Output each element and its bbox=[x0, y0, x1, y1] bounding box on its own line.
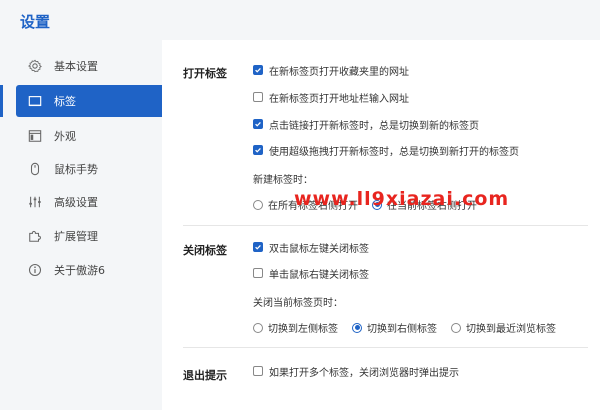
radio-button[interactable] bbox=[451, 322, 461, 333]
page-title: 设置 bbox=[20, 13, 51, 31]
active-indicator bbox=[0, 85, 3, 117]
window-icon bbox=[28, 129, 42, 143]
checkbox[interactable] bbox=[253, 366, 263, 376]
checkbox[interactable] bbox=[253, 242, 263, 252]
section-divider bbox=[183, 225, 588, 226]
radio-switch-left[interactable]: 切换到左侧标签 bbox=[253, 320, 338, 335]
close-current-label: 关闭当前标签页时： bbox=[253, 298, 343, 309]
sidebar: 基本设置 标签 外观 鼠标手势 高级设置 扩展管理 关于傲游6 bbox=[0, 40, 162, 410]
tab-icon bbox=[28, 94, 42, 108]
sidebar-item-extensions[interactable]: 扩展管理 bbox=[16, 220, 162, 252]
sidebar-item-mouse-gestures[interactable]: 鼠标手势 bbox=[16, 153, 162, 185]
radio-button[interactable] bbox=[253, 199, 263, 210]
option-switch-on-super-drag[interactable]: 使用超级拖拽打开新标签时，总是切换到新打开的标签页 bbox=[253, 143, 519, 158]
sidebar-item-basic[interactable]: 基本设置 bbox=[16, 50, 162, 82]
sidebar-item-label: 外观 bbox=[54, 130, 76, 143]
sidebar-item-about[interactable]: 关于傲游6 bbox=[16, 254, 162, 286]
option-open-bookmarks-new-tab[interactable]: 在新标签页打开收藏夹里的网址 bbox=[253, 63, 409, 78]
option-right-click-close[interactable]: 单击鼠标右键关闭标签 bbox=[253, 266, 369, 281]
checkbox[interactable] bbox=[253, 145, 263, 155]
radio-label: 切换到最近浏览标签 bbox=[466, 324, 556, 335]
option-label: 在新标签页打开地址栏输入网址 bbox=[269, 93, 409, 105]
section-title-exit-prompt: 退出提示 bbox=[183, 369, 227, 382]
close-switch-group: 切换到左侧标签 切换到右侧标签 切换到最近浏览标签 bbox=[253, 320, 570, 335]
gear-icon bbox=[28, 59, 42, 73]
info-icon bbox=[28, 263, 42, 277]
radio-label: 切换到左侧标签 bbox=[268, 324, 338, 335]
sidebar-item-label: 基本设置 bbox=[54, 60, 98, 73]
sidebar-item-label: 鼠标手势 bbox=[54, 163, 98, 176]
watermark: www.ll9xiazai.com bbox=[294, 188, 510, 210]
option-label: 单击鼠标右键关闭标签 bbox=[269, 269, 369, 281]
sidebar-item-label: 标签 bbox=[54, 95, 76, 108]
option-double-click-close[interactable]: 双击鼠标左键关闭标签 bbox=[253, 240, 369, 255]
option-label: 在新标签页打开收藏夹里的网址 bbox=[269, 66, 409, 78]
option-label: 点击链接打开新标签时，总是切换到新的标签页 bbox=[269, 120, 479, 132]
sidebar-item-label: 关于傲游6 bbox=[54, 264, 105, 277]
section-title-open-tabs: 打开标签 bbox=[183, 67, 227, 80]
option-label: 如果打开多个标签，关闭浏览器时弹出提示 bbox=[269, 367, 459, 379]
header: 设置 bbox=[0, 0, 600, 40]
settings-content: 打开标签 在新标签页打开收藏夹里的网址 在新标签页打开地址栏输入网址 点击链接打… bbox=[162, 40, 600, 410]
option-exit-prompt[interactable]: 如果打开多个标签，关闭浏览器时弹出提示 bbox=[253, 364, 459, 379]
new-tab-label: 新建标签时： bbox=[253, 175, 313, 186]
sidebar-item-appearance[interactable]: 外观 bbox=[16, 120, 162, 152]
mouse-icon bbox=[28, 162, 42, 176]
option-label: 双击鼠标左键关闭标签 bbox=[269, 243, 369, 255]
checkbox[interactable] bbox=[253, 65, 263, 75]
sidebar-item-label: 高级设置 bbox=[54, 196, 98, 209]
option-label: 使用超级拖拽打开新标签时，总是切换到新打开的标签页 bbox=[269, 146, 519, 158]
option-open-addressbar-new-tab[interactable]: 在新标签页打开地址栏输入网址 bbox=[253, 90, 409, 105]
checkbox[interactable] bbox=[253, 119, 263, 129]
puzzle-icon bbox=[28, 229, 42, 243]
sidebar-item-tabs[interactable]: 标签 bbox=[16, 85, 162, 117]
option-switch-on-link-click[interactable]: 点击链接打开新标签时，总是切换到新的标签页 bbox=[253, 117, 479, 132]
section-divider bbox=[183, 347, 588, 348]
sliders-icon bbox=[28, 195, 42, 209]
radio-button[interactable] bbox=[352, 322, 362, 333]
radio-label: 切换到右侧标签 bbox=[367, 324, 437, 335]
section-title-close-tabs: 关闭标签 bbox=[183, 244, 227, 257]
sidebar-item-label: 扩展管理 bbox=[54, 230, 98, 243]
checkbox[interactable] bbox=[253, 268, 263, 278]
sidebar-item-advanced[interactable]: 高级设置 bbox=[16, 186, 162, 218]
radio-button[interactable] bbox=[253, 322, 263, 333]
checkbox[interactable] bbox=[253, 92, 263, 102]
radio-switch-right[interactable]: 切换到右侧标签 bbox=[352, 320, 437, 335]
radio-switch-recent[interactable]: 切换到最近浏览标签 bbox=[451, 320, 556, 335]
